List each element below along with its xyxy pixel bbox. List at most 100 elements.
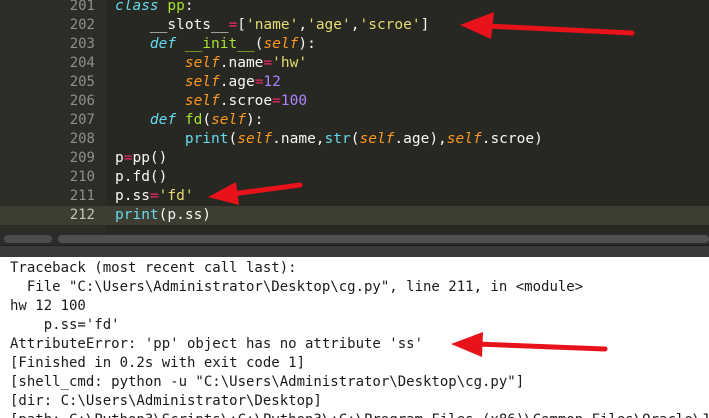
code-token: = — [149, 188, 159, 204]
code-token: self — [446, 131, 482, 147]
code-token: [ — [237, 17, 246, 33]
code-text: print(self.name,str(self.age),self.scroe… — [115, 130, 543, 149]
code-token: self — [263, 36, 299, 52]
output-line: File "C:\Users\Administrator\Desktop\cg.… — [10, 279, 584, 295]
code-line[interactable]: 207 def fd(self): — [0, 111, 709, 130]
code-token: 'name' — [245, 17, 299, 33]
line-number: 210 — [69, 169, 95, 185]
code-token: self — [359, 131, 395, 147]
code-token: = — [272, 93, 281, 109]
code-token: 'fd' — [158, 188, 194, 204]
code-token: , — [298, 17, 308, 33]
code-token: self — [184, 74, 220, 90]
code-token: self — [184, 55, 220, 71]
code-token: .age — [219, 74, 255, 90]
code-token: ] — [420, 17, 430, 33]
code-line[interactable]: 208 print(self.name,str(self.age),self.s… — [0, 130, 709, 149]
line-number: 211 — [69, 188, 95, 204]
code-line[interactable]: 211 p.ss='fd' — [0, 187, 709, 206]
code-token: 'age' — [307, 17, 351, 33]
code-text: self.age=12 — [115, 73, 281, 92]
code-token: ): — [245, 112, 264, 128]
output-line: [Finished in 0.2s with exit code 1] — [10, 355, 306, 371]
code-line[interactable]: 206 self.scroe=100 — [0, 92, 709, 111]
editor-horizontal-scrollbar[interactable] — [0, 233, 709, 245]
code-text: self.scroe=100 — [115, 92, 307, 111]
line-number: 201 — [69, 0, 95, 14]
code-line[interactable]: 212 print(p.ss) — [0, 206, 709, 225]
code-token: .name — [219, 55, 264, 71]
code-text: def fd(self): — [115, 111, 264, 130]
code-token: : — [184, 0, 194, 14]
line-number: 209 — [69, 150, 95, 166]
code-line[interactable]: 205 self.age=12 — [0, 73, 709, 92]
code-token: ( — [228, 131, 238, 147]
code-text: print(p.ss) — [115, 206, 211, 225]
code-token: p.fd() — [115, 169, 168, 185]
code-text: __slots__=['name','age','scroe'] — [115, 16, 429, 35]
line-number: 202 — [69, 17, 95, 33]
output-line: Traceback (most recent call last): — [10, 260, 297, 276]
code-token: self — [184, 93, 220, 109]
code-token: fd — [184, 112, 203, 128]
code-token: p — [115, 150, 124, 166]
code-token: ( — [202, 112, 212, 128]
code-token: print — [184, 131, 229, 147]
code-text: class pp: — [115, 0, 194, 16]
code-token: print — [115, 207, 159, 223]
code-token: .scroe — [219, 93, 273, 109]
code-token: ): — [298, 36, 316, 52]
code-token: self — [237, 131, 273, 147]
line-number: 204 — [69, 55, 95, 71]
code-token: pp — [167, 0, 185, 14]
code-token: .scroe) — [481, 131, 543, 147]
code-token: .age), — [394, 131, 447, 147]
code-token: pp() — [132, 150, 168, 166]
output-line: AttributeError: 'pp' object has no attri… — [10, 336, 424, 352]
code-token: __slots__ — [115, 17, 229, 33]
code-token: def — [149, 112, 177, 128]
code-token: 'hw' — [272, 55, 308, 71]
red-arrow-annotation-error — [451, 332, 608, 357]
code-token: = — [228, 17, 238, 33]
code-text: p=pp() — [115, 149, 167, 168]
line-number: 208 — [69, 131, 95, 147]
code-text: p.ss='fd' — [115, 187, 194, 206]
code-token: 12 — [263, 74, 281, 90]
red-arrow-annotation-slots — [460, 12, 635, 39]
scrollbar-left-segment[interactable] — [4, 235, 52, 243]
line-number: 212 — [69, 207, 95, 223]
code-token: self — [211, 112, 246, 128]
code-token: 'scroe' — [359, 17, 421, 33]
line-number: 203 — [69, 36, 95, 52]
code-line[interactable]: 209 p=pp() — [0, 149, 709, 168]
code-token: str — [324, 131, 351, 147]
output-line: [shell_cmd: python -u "C:\Users\Administ… — [10, 374, 525, 390]
output-line: p.ss='fd' — [10, 317, 120, 333]
line-number: 207 — [69, 112, 95, 128]
scrollbar-thumb[interactable] — [58, 235, 709, 243]
line-number: 206 — [69, 93, 95, 109]
code-token: def — [149, 36, 177, 52]
code-text: p.fd() — [115, 168, 167, 187]
code-text: def __init__(self): — [115, 35, 316, 54]
code-text: self.name='hw' — [115, 54, 307, 73]
code-token: p.ss — [115, 188, 150, 204]
code-token: .name, — [272, 131, 325, 147]
output-line: hw 12 100 — [10, 298, 86, 314]
output-line: [dir: C:\Users\Administrator\Desktop] — [10, 393, 322, 409]
code-line[interactable]: 210 p.fd() — [0, 168, 709, 187]
code-token: (p.ss) — [158, 207, 212, 223]
code-token: 100 — [280, 93, 308, 109]
code-token: = — [263, 55, 273, 71]
code-token: class — [115, 0, 159, 14]
code-line[interactable]: 204 self.name='hw' — [0, 54, 709, 73]
